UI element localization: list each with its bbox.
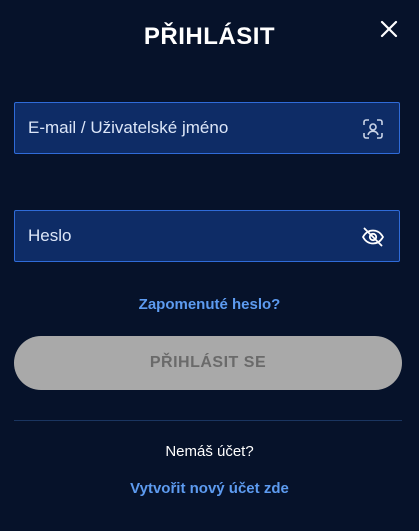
forgot-password-link[interactable]: Zapomenuté heslo? [0,296,419,313]
close-icon[interactable] [378,18,400,40]
email-field[interactable] [14,102,400,154]
modal-title: PŘIHLÁSIT [143,23,276,50]
no-account-text: Nemáš účet? [165,443,254,460]
login-button[interactable]: PŘIHLÁSIT SE [14,336,402,390]
email-input[interactable] [15,103,345,153]
eye-off-icon[interactable] [361,225,385,249]
divider [14,420,402,421]
create-account-link[interactable]: Vytvořit nový účet zde [0,480,419,497]
password-field[interactable] [14,210,400,262]
login-modal: PŘIHLÁSIT Zapomenuté heslo? PŘIHLÁSIT SE… [0,0,419,531]
user-scan-icon [363,119,383,139]
password-input[interactable] [15,211,345,261]
